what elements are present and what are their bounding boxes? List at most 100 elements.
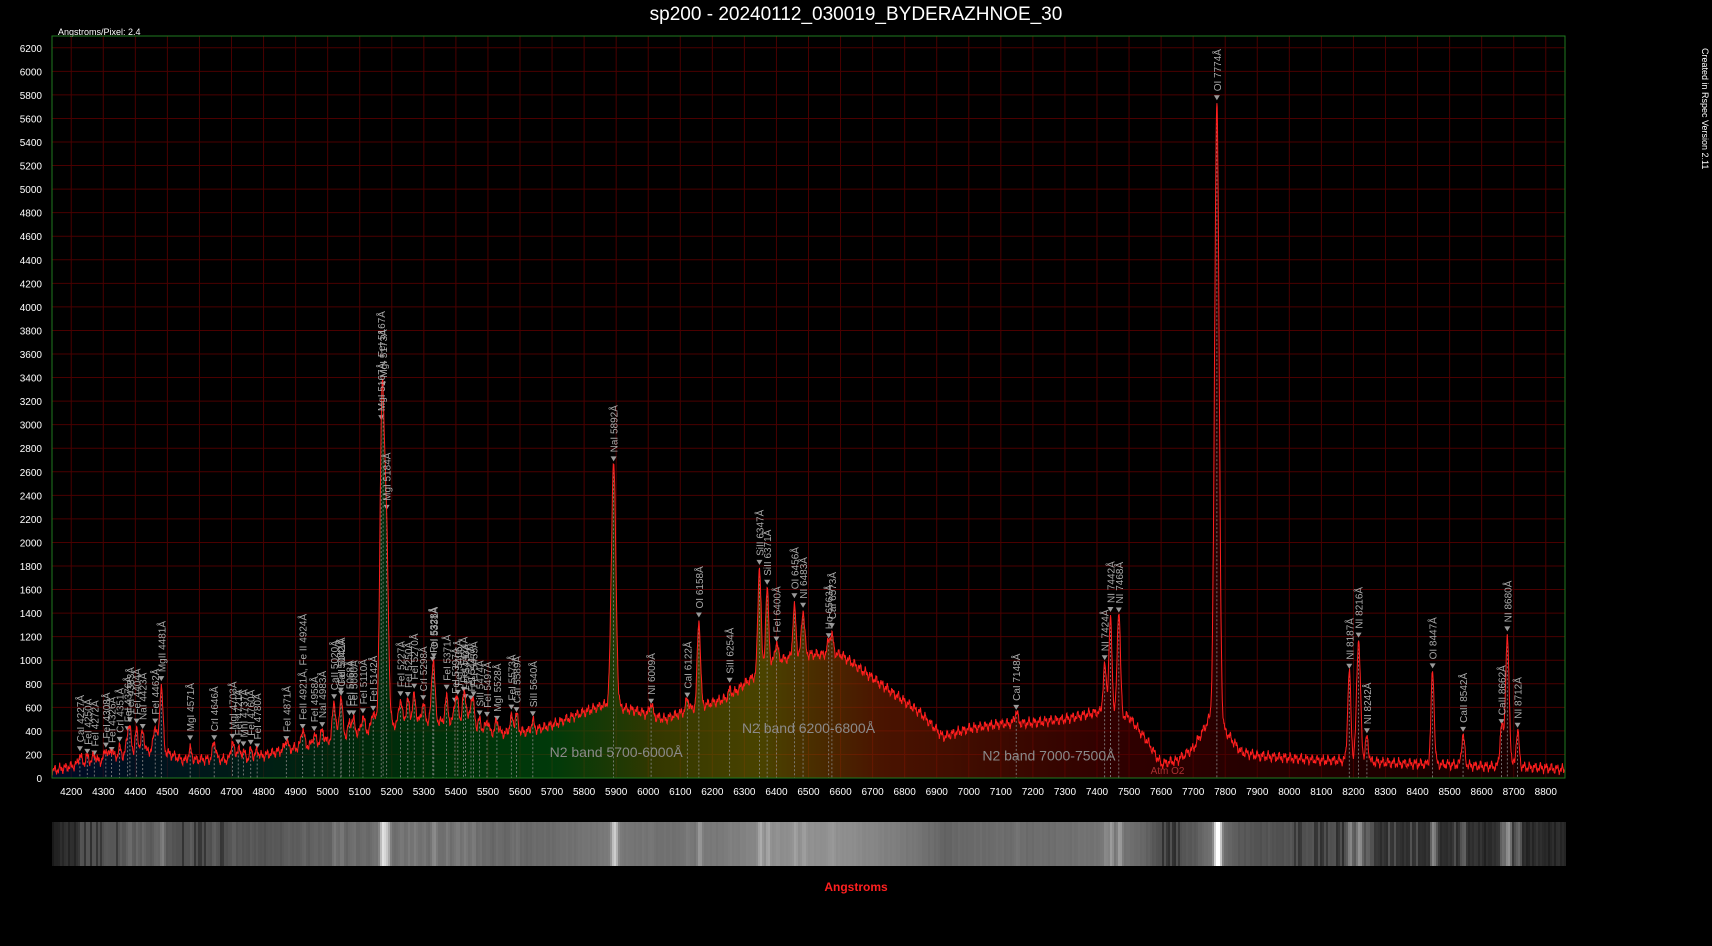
strip-segment (610, 822, 612, 866)
y-tick-label: 6000 (20, 67, 43, 78)
strip-segment (374, 822, 376, 866)
strip-segment (1450, 822, 1452, 866)
strip-segment (822, 822, 824, 866)
strip-segment (1464, 822, 1466, 866)
strip-segment (1134, 822, 1136, 866)
strip-segment (340, 822, 342, 866)
strip-segment (1554, 822, 1556, 866)
strip-segment (1002, 822, 1004, 866)
strip-segment (1368, 822, 1370, 866)
strip-segment (608, 822, 610, 866)
strip-segment (1444, 822, 1446, 866)
strip-segment (670, 822, 672, 866)
strip-segment (1510, 822, 1512, 866)
line-label: CaI 6122Å (681, 641, 694, 689)
strip-segment (542, 822, 544, 866)
strip-segment (156, 822, 158, 866)
strip-segment (1310, 822, 1312, 866)
strip-segment (974, 822, 976, 866)
strip-segment (286, 822, 288, 866)
strip-segment (980, 822, 982, 866)
strip-segment (740, 822, 742, 866)
y-tick-label: 3400 (20, 374, 43, 385)
strip-segment (192, 822, 194, 866)
strip-segment (798, 822, 800, 866)
line-label: SiII 6371Å (761, 529, 774, 575)
strip-segment (1150, 822, 1152, 866)
strip-segment (350, 822, 352, 866)
strip-segment (246, 822, 248, 866)
strip-segment (54, 822, 56, 866)
strip-segment (762, 822, 764, 866)
y-tick-label: 3800 (20, 326, 43, 337)
line-label: FeI 4871Å (280, 686, 293, 732)
strip-segment (268, 822, 270, 866)
strip-segment (582, 822, 584, 866)
strip-segment (412, 822, 414, 866)
strip-segment (210, 822, 212, 866)
strip-segment (832, 822, 834, 866)
strip-segment (1436, 822, 1438, 866)
line-marker-arrow (684, 692, 691, 698)
x-tick-label: 6300 (733, 787, 756, 798)
strip-segment (586, 822, 588, 866)
strip-segment (1558, 822, 1560, 866)
strip-segment (1442, 822, 1444, 866)
strip-segment (786, 822, 788, 866)
strip-segment (1166, 822, 1168, 866)
line-label: NI 8680Å (1501, 580, 1514, 622)
strip-segment (1428, 822, 1430, 866)
strip-segment (492, 822, 494, 866)
strip-segment (138, 822, 140, 866)
x-tick-label: 5000 (317, 787, 340, 798)
strip-segment (592, 822, 594, 866)
y-tick-label: 0 (36, 774, 42, 785)
strip-segment (1034, 822, 1036, 866)
line-marker-arrow (331, 694, 338, 700)
strip-segment (842, 822, 844, 866)
strip-segment (1244, 822, 1246, 866)
strip-segment (392, 822, 394, 866)
strip-segment (1154, 822, 1156, 866)
strip-segment (1258, 822, 1260, 866)
strip-segment (930, 822, 932, 866)
x-tick-label: 5500 (477, 787, 500, 798)
strip-segment (682, 822, 684, 866)
strip-segment (1016, 822, 1018, 866)
line-label: NaI 4423Å (137, 672, 150, 720)
strip-segment (488, 822, 490, 866)
strip-segment (724, 822, 726, 866)
strip-segment (78, 822, 80, 866)
line-marker-arrow (187, 735, 194, 741)
strip-segment (56, 822, 58, 866)
strip-segment (1536, 822, 1538, 866)
strip-segment (1046, 822, 1048, 866)
strip-segment (942, 822, 944, 866)
strip-segment (686, 822, 688, 866)
strip-segment (1080, 822, 1082, 866)
strip-segment (1222, 822, 1224, 866)
strip-segment (1466, 822, 1468, 866)
strip-segment (664, 822, 666, 866)
line-marker-arrow (211, 735, 218, 741)
strip-segment (1448, 822, 1450, 866)
strip-segment (218, 822, 220, 866)
strip-segment (1496, 822, 1498, 866)
strip-segment (1182, 822, 1184, 866)
strip-segment (772, 822, 774, 866)
strip-segment (744, 822, 746, 866)
strip-segment (378, 822, 380, 866)
strip-segment (958, 822, 960, 866)
strip-segment (96, 822, 98, 866)
strip-segment (572, 822, 574, 866)
x-tick-label: 6100 (669, 787, 692, 798)
strip-segment (278, 822, 280, 866)
strip-segment (1000, 822, 1002, 866)
strip-segment (1024, 822, 1026, 866)
strip-segment (160, 822, 162, 866)
strip-segment (1508, 822, 1510, 866)
strip-segment (146, 822, 148, 866)
strip-segment (1256, 822, 1258, 866)
x-tick-label: 6000 (637, 787, 660, 798)
strip-segment (778, 822, 780, 866)
